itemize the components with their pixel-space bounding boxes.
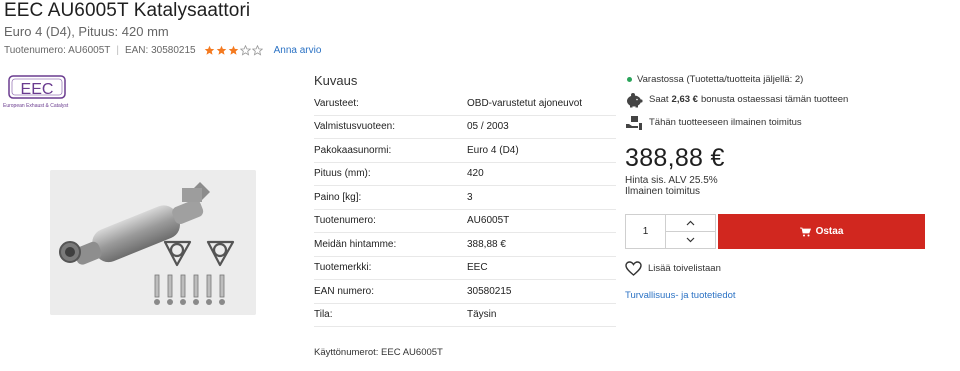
spec-key: Tila: <box>314 309 333 321</box>
buy-button[interactable]: Ostaa <box>718 214 925 249</box>
buy-button-label: Ostaa <box>815 226 844 237</box>
ean-text: EAN: 30580215 <box>124 45 196 56</box>
product-image[interactable] <box>50 170 256 315</box>
bonus-amount: 2,63 € <box>671 94 698 105</box>
spec-row-emission-norm: Pakokaasunormi: Euro 4 (D4) <box>314 139 616 163</box>
spec-key: Pakokaasunormi: <box>314 144 392 156</box>
spec-row-brand: Tuotemerkki: EEC <box>314 257 616 280</box>
spec-row-condition: Tila: Täysin <box>314 304 616 327</box>
buy-row: 1 Ostaa <box>625 214 925 249</box>
spec-key: Paino [kg]: <box>314 191 362 203</box>
sku-text: Tuotenumero: AU6005T <box>4 45 111 56</box>
spec-row-weight: Paino [kg]: 3 <box>314 186 616 210</box>
spec-value: 05 / 2003 <box>467 121 509 133</box>
spec-value: 30580215 <box>467 285 512 297</box>
meta-separator: | <box>116 45 119 56</box>
safety-info-link[interactable]: Turvallisuus- ja tuotetiedot <box>625 290 736 301</box>
spec-table: Varusteet: OBD-varustetut ajoneuvot Valmi… <box>314 92 616 327</box>
bonus-info: Saat 2,63 € bonusta ostaessasi tämän tuo… <box>625 88 925 111</box>
brand-logo: EEC European Exhaust & Catalyst <box>3 74 81 112</box>
write-review-link[interactable]: Anna arvio <box>274 45 322 56</box>
quantity-stepper <box>666 214 716 249</box>
delivery-icon <box>626 115 642 130</box>
spec-value: 388,88 € <box>467 238 506 250</box>
spec-row-our-price: Meidän hintamme: 388,88 € <box>314 233 616 257</box>
free-shipping-info: Tähän tuotteeseen ilmainen toimitus <box>625 111 925 134</box>
brand-logo-tagline: European Exhaust & Catalyst <box>3 103 69 109</box>
piggy-bank-icon <box>627 92 643 107</box>
star-icon[interactable] <box>216 45 227 56</box>
bonus-prefix: Saat <box>649 94 669 105</box>
catalytic-converter-image <box>50 170 256 315</box>
heart-icon <box>625 261 642 276</box>
brand-logo-graphic: EEC European Exhaust & Catalyst <box>3 75 69 109</box>
spec-value: 3 <box>467 191 473 203</box>
rating-stars[interactable] <box>204 45 264 56</box>
spec-row-ean: EAN numero: 30580215 <box>314 280 616 304</box>
spec-key: Meidän hintamme: <box>314 238 397 250</box>
spec-key: Pituus (mm): <box>314 168 371 180</box>
free-shipping-text: Tähän tuotteeseen ilmainen toimitus <box>649 117 802 128</box>
quantity-increase-button[interactable] <box>666 215 715 231</box>
product-title: EEC AU6005T Katalysaattori <box>4 0 251 21</box>
spec-value: Täysin <box>467 309 497 321</box>
description-title: Kuvaus <box>314 73 358 88</box>
spec-key: EAN numero: <box>314 285 375 297</box>
quantity-input[interactable]: 1 <box>625 214 666 249</box>
price: 388,88 € <box>625 144 725 172</box>
stock-status: Varastossa (Tuotetta/tuotteita jäljellä:… <box>625 70 925 88</box>
spec-value: OBD-varustetut ajoneuvot <box>467 97 583 109</box>
in-stock-dot-icon <box>627 76 632 82</box>
shipping-text: Ilmainen toimitus <box>625 186 701 197</box>
spec-key: Tuotenumero: <box>314 215 376 227</box>
vat-text: Hinta sis. ALV 25.5% <box>625 175 718 186</box>
wishlist-label: Lisää toivelistaan <box>648 263 721 274</box>
spec-row-length: Pituus (mm): 420 <box>314 163 616 186</box>
usage-numbers: Käyttönumerot: EEC AU6005T <box>314 347 443 358</box>
star-icon[interactable] <box>228 45 239 56</box>
chevron-up-icon <box>686 220 695 226</box>
brand-logo-text: EEC <box>21 81 54 98</box>
spec-row-sku: Tuotenumero: AU6005T <box>314 210 616 233</box>
spec-value: AU6005T <box>467 215 510 227</box>
spec-value: 420 <box>467 168 484 180</box>
quantity-decrease-button[interactable] <box>666 231 715 248</box>
product-meta: Tuotenumero: AU6005T | EAN: 30580215 Ann… <box>4 45 321 56</box>
star-icon[interactable] <box>251 45 263 56</box>
spec-value: EEC <box>467 262 488 274</box>
spec-row-year: Valmistusvuoteen: 05 / 2003 <box>314 116 616 139</box>
cart-icon <box>799 227 811 236</box>
stock-text: Varastossa (Tuotetta/tuotteita jäljellä:… <box>637 73 804 85</box>
purchase-panel: Varastossa (Tuotetta/tuotteita jäljellä:… <box>625 70 925 198</box>
spec-key: Valmistusvuoteen: <box>314 121 395 133</box>
add-to-wishlist[interactable]: Lisää toivelistaan <box>625 261 721 276</box>
star-icon[interactable] <box>239 45 251 56</box>
product-subtitle: Euro 4 (D4), Pituus: 420 mm <box>4 24 169 39</box>
bonus-suffix: bonusta ostaessasi tämän tuotteen <box>700 94 849 105</box>
star-icon[interactable] <box>204 45 215 56</box>
spec-key: Tuotemerkki: <box>314 262 372 274</box>
chevron-down-icon <box>686 237 695 243</box>
spec-key: Varusteet: <box>314 97 359 109</box>
spec-value: Euro 4 (D4) <box>467 144 519 156</box>
spec-row-equipment: Varusteet: OBD-varustetut ajoneuvot <box>314 92 616 116</box>
